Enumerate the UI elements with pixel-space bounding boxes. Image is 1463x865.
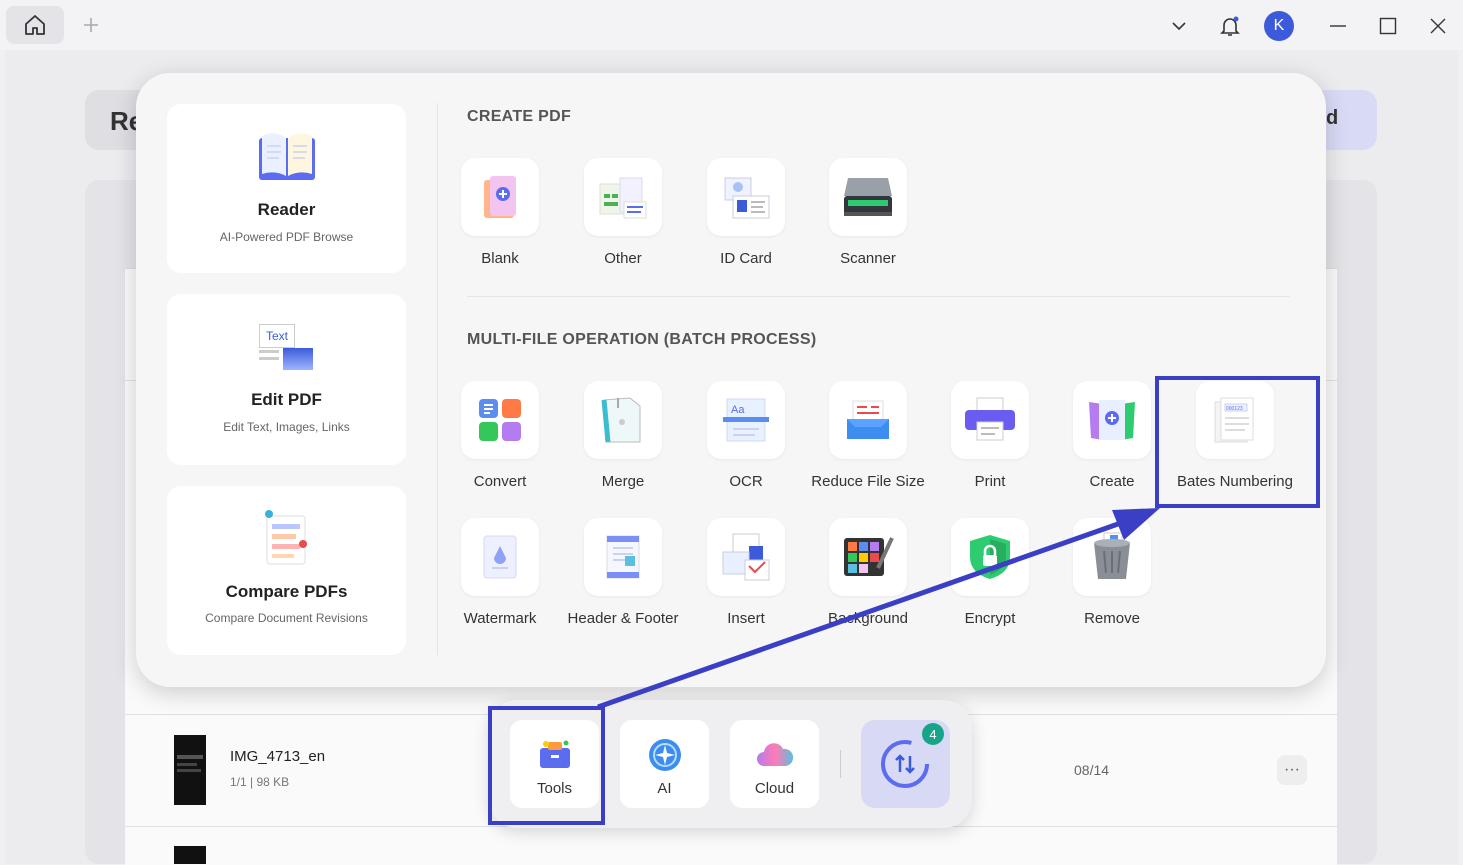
background-icon (829, 518, 907, 596)
trash-icon (1073, 518, 1151, 596)
encrypt-icon (951, 518, 1029, 596)
file-thumbnail[interactable] (174, 846, 206, 864)
other-files-icon (584, 158, 662, 236)
reader-title: Reader (257, 200, 316, 219)
file-name[interactable]: IMG_4713_en (230, 748, 325, 765)
notification-button[interactable] (1216, 12, 1244, 40)
cloud-button[interactable]: Cloud (730, 720, 819, 808)
edit-text-icon: Text (259, 324, 315, 372)
ai-label: AI (657, 780, 672, 797)
minimize-icon (1330, 25, 1346, 27)
plus-icon (84, 18, 98, 32)
highlight-box-tools (488, 706, 605, 825)
compare-icon (265, 510, 307, 565)
convert-icon (461, 381, 539, 459)
queue-count-badge: 4 (922, 723, 944, 745)
maximize-button[interactable] (1374, 12, 1402, 40)
bell-icon (1220, 16, 1240, 36)
tool-label: Remove (1084, 610, 1140, 627)
file-date: 08/14 (1074, 762, 1110, 778)
chevron-down-icon (1172, 22, 1186, 31)
ai-button[interactable]: AI (620, 720, 709, 808)
reader-card[interactable]: Reader AI-Powered PDF Browse (167, 104, 406, 273)
merge-icon (584, 381, 662, 459)
ocr-icon: Aa (707, 381, 785, 459)
insert-icon (707, 518, 785, 596)
background-right-button-label: d (1326, 107, 1339, 129)
blank-pdf-icon (461, 158, 539, 236)
create-pdf-heading: CREATE PDF (467, 108, 572, 125)
avatar[interactable]: K (1264, 11, 1294, 41)
more-options-button[interactable]: ··· (1277, 755, 1307, 785)
header-footer-icon (584, 518, 662, 596)
book-icon (259, 133, 315, 180)
reader-subtitle: AI-Powered PDF Browse (219, 230, 354, 244)
print-icon (951, 381, 1029, 459)
minimize-button[interactable] (1324, 12, 1352, 40)
home-tab[interactable] (6, 6, 64, 44)
watermark-icon (461, 518, 539, 596)
id-card-icon (707, 158, 785, 236)
dropdown-button[interactable] (1165, 12, 1193, 40)
dock-separator (840, 750, 841, 778)
maximize-icon (1379, 17, 1397, 35)
vertical-divider (437, 103, 438, 655)
convert-sync-icon (881, 740, 929, 788)
compare-pdfs-card[interactable]: Compare PDFs Compare Document Revisions (167, 486, 406, 655)
create-icon (1073, 381, 1151, 459)
edit-pdf-title: Edit PDF (251, 390, 322, 409)
close-icon (1430, 18, 1446, 34)
close-button[interactable] (1424, 12, 1452, 40)
compare-pdfs-title: Compare PDFs (225, 582, 348, 601)
cloud-icon (757, 743, 794, 766)
edit-pdf-card[interactable]: Text Edit PDF Edit Text, Images, Links (167, 294, 406, 465)
file-meta: 1/1 | 98 KB (230, 775, 290, 789)
file-thumbnail[interactable] (174, 735, 206, 805)
scanner-icon (829, 158, 907, 236)
edit-text-icon-label: Text (259, 324, 295, 348)
edit-pdf-subtitle: Edit Text, Images, Links (223, 420, 350, 434)
compare-pdfs-subtitle: Compare Document Revisions (205, 611, 368, 625)
new-tab-button[interactable] (78, 12, 104, 38)
cloud-label: Cloud (754, 780, 795, 797)
tool-label: Scanner (840, 250, 896, 267)
highlight-box-bates (1155, 376, 1320, 508)
horizontal-divider (467, 296, 1290, 297)
ai-icon (649, 739, 681, 771)
batch-heading: MULTI-FILE OPERATION (BATCH PROCESS) (467, 331, 817, 348)
compress-icon (829, 381, 907, 459)
svg-text:Aa: Aa (731, 404, 745, 416)
home-icon (25, 15, 45, 35)
